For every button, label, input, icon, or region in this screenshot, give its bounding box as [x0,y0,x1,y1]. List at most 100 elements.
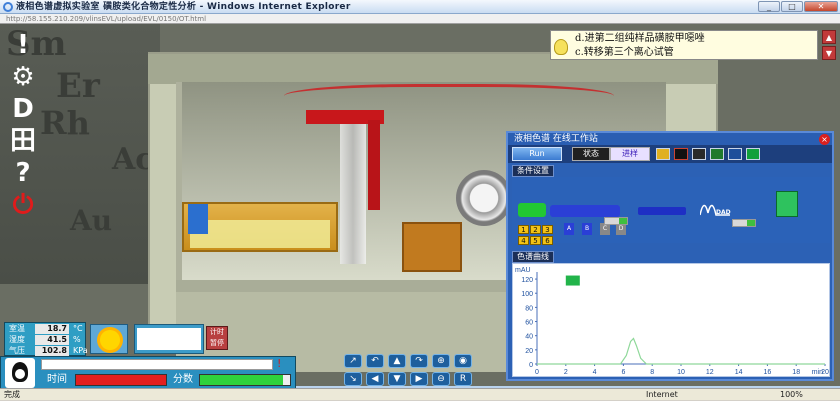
table-icon[interactable] [692,148,706,160]
score-label: 分数 [173,374,193,385]
camera-rotate-left-icon[interactable]: ↶ [366,354,384,368]
y-tick-label: 20 [525,348,533,355]
x-tick-label: 14 [735,369,743,376]
hint-scroll: ▲ ▼ [822,30,836,62]
scroll-up-icon[interactable]: ▲ [822,30,836,44]
tray-position[interactable]: 4 [518,235,529,245]
tray-position-grid: 1 2 3 4 5 6 [518,225,554,245]
sun-icon [100,330,120,350]
temperature-row: 室温 18.7 °C [7,324,85,334]
hint-box: d.进第二组纯样品磺胺甲噁唑 c.转移第三个离心试管 [550,30,818,60]
y-tick-label: 80 [525,305,533,312]
bath-liquid [190,220,330,248]
reagent-bottle[interactable] [188,204,208,234]
temp-unit: °C [73,324,83,333]
valve-b[interactable]: B [582,223,592,235]
print-icon[interactable] [746,148,760,160]
red-stand-arm [368,120,380,210]
hint-line-2: c.转移第三个离心试管 [575,47,674,58]
conditions-area: DAD 1 2 3 4 5 6 A B C D [512,177,830,245]
tray-position[interactable]: 2 [530,225,541,234]
detector-toggle[interactable] [732,219,756,227]
weather-panel [90,324,128,354]
camera-zoom-in-icon[interactable]: ⊕ [432,354,450,368]
message-input[interactable] [41,359,273,370]
chromatogram-line [537,337,825,365]
panel-close-icon[interactable]: × [819,134,830,145]
column-icon[interactable] [638,207,686,215]
close-button[interactable]: ✕ [804,1,838,12]
chromatogram-svg: 0204060801001200 2 4 6 8 10 12 14 16 18 20mAUmin [515,267,829,376]
periodic-letter: Rh [40,104,90,142]
detector-icon[interactable]: DAD [699,195,731,219]
camera-reset-button[interactable]: R [454,372,472,386]
x-tick-label: 4 [593,369,597,376]
wave-icon[interactable] [674,148,688,160]
camera-controls: ↗ ↶ ▲ ↷ ⊕ ◉ ↘ ◀ ▼ ▶ ⊖ R [344,354,472,388]
valve-a[interactable]: A [564,223,574,235]
y-tick-label: 0 [529,362,533,369]
report-icon[interactable] [776,191,798,217]
run-button[interactable]: Run [512,147,562,161]
alert-icon[interactable]: ! [8,30,38,60]
x-tick-label: 18 [792,369,800,376]
tray-position[interactable]: 1 [518,225,529,234]
camera-pan-up-right-icon[interactable]: ↗ [344,354,362,368]
minimize-button[interactable]: _ [758,1,780,12]
x-tick-label: 0 [535,369,539,376]
dad-label: DAD [716,209,731,216]
chart-icon[interactable]: Ⅾ [8,94,38,124]
humidity-value: 41.5 [35,335,69,345]
y-axis-label: mAU [515,267,531,274]
open-folder-icon[interactable] [656,148,670,160]
status-button[interactable]: 状态 [572,147,610,161]
tray-position[interactable]: 3 [542,225,553,234]
temp-value: 18.7 [35,324,69,334]
camera-rotate-right-icon[interactable]: ↷ [410,354,428,368]
power-icon[interactable]: ⏻ [8,190,38,220]
address-bar[interactable]: http://58.155.210.209/vlinsEVL/upload/EV… [0,14,840,24]
y-tick-label: 100 [521,291,533,298]
centrifuge-rotor[interactable] [456,170,512,226]
maximize-button[interactable]: □ [781,1,803,12]
window-controls: _ □ ✕ [758,1,838,13]
grid-icon[interactable]: 田 [8,126,38,156]
pump-icon[interactable] [518,203,546,217]
time-bar [75,374,167,386]
browser-window: 液相色谱虚拟实验室 磺胺类化合物定性分析 - Windows Internet … [0,0,840,400]
ie-icon [3,2,13,12]
zoom-level[interactable]: 100% [780,389,803,401]
tool-icon[interactable] [710,148,724,160]
camera-up-icon[interactable]: ▲ [388,354,406,368]
camera-right-icon[interactable]: ▶ [410,372,428,386]
settings-gear-icon[interactable]: ⚙ [8,62,38,92]
tray-position[interactable]: 6 [542,235,553,245]
y-tick-label: 120 [521,277,533,284]
autosampler-icon[interactable] [550,205,620,217]
timer-pause-button[interactable]: 计时 暂停 [206,326,228,350]
camera-pan-down-right-icon[interactable]: ↘ [344,372,362,386]
periodic-letter: Au [70,204,113,237]
x-tick-label: 16 [764,369,772,376]
glass-rod[interactable] [340,124,366,264]
peak-icon[interactable] [728,148,742,160]
camera-view-icon[interactable]: ◉ [454,354,472,368]
autosampler-toggle[interactable] [604,217,628,225]
scroll-down-icon[interactable]: ▼ [822,46,836,60]
sample-holder[interactable] [402,222,462,272]
warning-icon[interactable]: ! [277,358,289,370]
camera-down-icon[interactable]: ▼ [388,372,406,386]
x-tick-label: 8 [650,369,654,376]
score-bar [199,374,291,386]
humidity-label: 湿度 [9,335,25,344]
bottom-dashboard: 室温 18.7 °C 湿度 41.5 % 气压 102.8 KPa 计时 暂停 [0,322,300,390]
help-icon[interactable]: ? [8,158,38,188]
tray-position[interactable]: 5 [530,235,541,245]
window-title: 液相色谱虚拟实验室 磺胺类化合物定性分析 - Windows Internet … [16,2,351,12]
penguin-belly [15,369,25,379]
inject-button[interactable]: 进样 [610,147,650,161]
status-display [134,324,204,354]
camera-left-icon[interactable]: ◀ [366,372,384,386]
camera-zoom-out-icon[interactable]: ⊖ [432,372,450,386]
penguin-avatar-icon[interactable] [5,358,35,388]
